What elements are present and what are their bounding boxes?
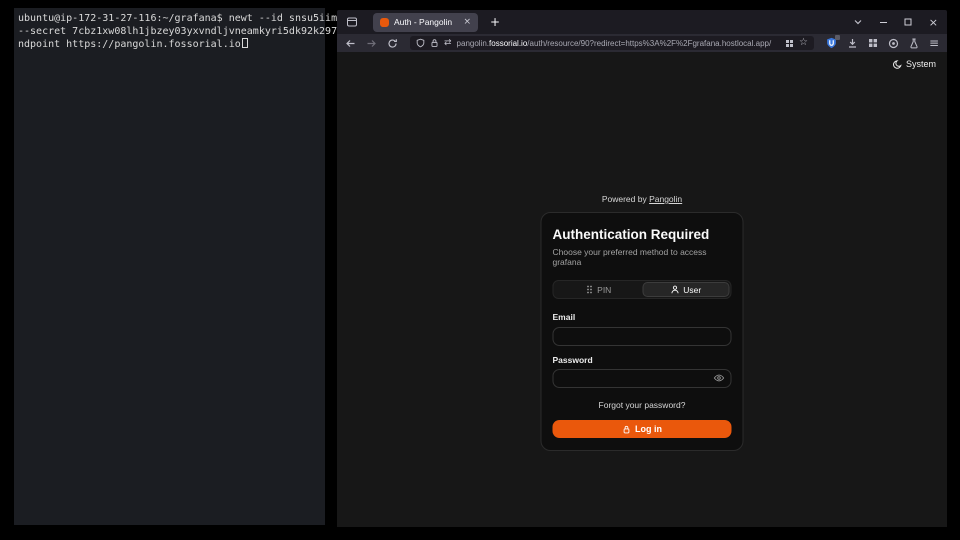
auth-panel: Powered by Pangolin Authentication Requi… [541,194,744,451]
pin-keypad-icon [585,285,593,294]
terminal-line: ubuntu@ip-172-31-27-116:~/grafana$ newt … [18,12,321,25]
browser-window: Auth - Pangolin × + × [337,10,947,527]
bookmark-star-icon[interactable]: ☆ [799,38,808,48]
window-maximize-button[interactable] [904,18,912,26]
forgot-password-link[interactable]: Forgot your password? [553,400,732,410]
tab-list-chevron-icon[interactable] [853,17,863,27]
terminal-line: ndpoint https://pangolin.fossorial.io [18,38,321,51]
card-subtitle: Choose your preferred method to access g… [553,247,732,267]
extension-badge [835,35,840,40]
tab-close-icon[interactable]: × [463,18,471,27]
login-button[interactable]: Log in [553,420,732,438]
window-close-button[interactable]: × [929,17,938,28]
forward-button[interactable] [366,38,377,49]
window-minimize-button[interactable] [880,22,887,23]
powered-by-text: Powered by [602,194,647,204]
user-icon [670,285,679,294]
page-content: System Powered by Pangolin Authenticatio… [337,52,947,527]
url-domain: fossorial.io [489,39,527,48]
new-tab-button[interactable]: + [490,16,500,28]
url-path: /auth/resource/90?redirect=https%3A%2F%2… [527,39,771,48]
tab-user[interactable]: User [642,282,730,297]
auth-card: Authentication Required Choose your pref… [541,212,744,451]
email-label: Email [553,312,732,322]
login-lock-icon [622,425,630,434]
password-field[interactable] [553,369,732,388]
https-lock-icon[interactable] [430,38,439,48]
tab-title: Auth - Pangolin [394,17,452,27]
reload-button[interactable] [387,38,398,49]
window-controls: × [853,17,938,28]
tab-pin-label: PIN [597,285,611,295]
url-text[interactable]: pangolin.fossorial.io/auth/resource/90?r… [457,39,780,48]
pangolin-favicon-icon [380,18,389,27]
tab-user-label: User [683,285,701,295]
url-bar[interactable]: ⇄ pangolin.fossorial.io/auth/resource/90… [410,36,814,50]
terminal-cursor [242,38,248,48]
card-title: Authentication Required [553,227,732,242]
email-field[interactable] [553,327,732,346]
auth-method-toggle: PIN User [553,280,732,299]
container-grid-icon[interactable] [785,39,794,48]
extension-shield-icon[interactable] [826,37,837,49]
show-password-eye-icon[interactable] [714,374,725,383]
theme-label: System [906,59,936,69]
url-prefix: pangolin. [457,39,489,48]
login-button-label: Log in [635,424,662,434]
firefox-view-icon[interactable] [346,16,358,28]
pangolin-link[interactable]: Pangolin [649,194,682,204]
tab-strip: Auth - Pangolin × + × [337,10,947,34]
tracking-protection-shield-icon[interactable] [416,38,425,48]
back-button[interactable] [345,38,356,49]
terminal-line-text: ndpoint https://pangolin.fossorial.io [18,39,241,50]
toolbar-extensions: ≡ [826,37,939,49]
terminal-window[interactable]: ubuntu@ip-172-31-27-116:~/grafana$ newt … [14,8,325,525]
apps-grid-icon[interactable] [868,38,878,48]
password-label: Password [553,355,732,365]
menu-hamburger-icon[interactable]: ≡ [929,37,939,49]
permissions-swap-icon[interactable]: ⇄ [444,39,452,48]
powered-by: Powered by Pangolin [541,194,744,204]
theme-toggle-button[interactable]: System [893,59,936,69]
tab-pin[interactable]: PIN [555,282,643,297]
navigation-toolbar: ⇄ pangolin.fossorial.io/auth/resource/90… [337,34,947,52]
download-icon[interactable] [847,38,858,49]
browser-tab-auth-pangolin[interactable]: Auth - Pangolin × [373,13,478,32]
target-circle-icon[interactable] [888,38,899,49]
password-wrap [553,369,732,389]
terminal-line: --secret 7cbz1xw08lh1jbzey03yxvndljvneam… [18,25,321,38]
moon-icon [893,60,902,69]
extension-flask-icon[interactable] [909,38,919,49]
